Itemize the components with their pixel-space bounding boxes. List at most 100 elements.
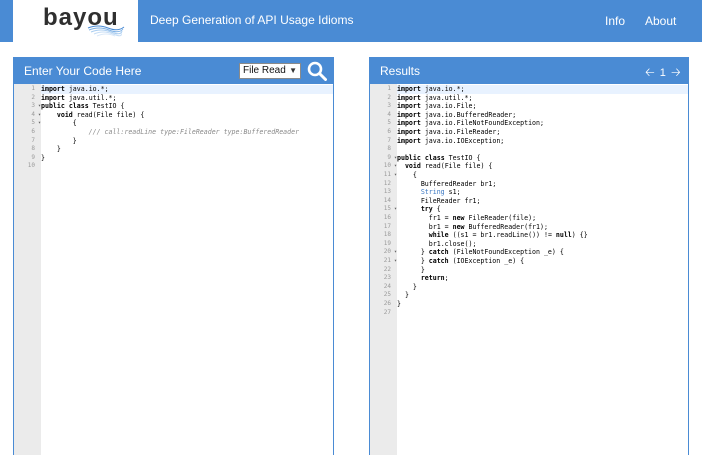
- code-token: {: [432, 205, 441, 214]
- line-number: 5: [31, 119, 35, 127]
- code-token: file: [512, 214, 529, 222]
- app-title: Deep Generation of API Usage Idioms: [150, 13, 354, 27]
- code-line: import java.io.FileReader;: [397, 128, 688, 137]
- keyword-token: import: [41, 85, 65, 93]
- code-token: ) {: [512, 257, 525, 265]
- code-line: return;: [397, 274, 688, 283]
- code-token: .*;: [104, 93, 117, 102]
- code-line: } catch (IOException _e) {: [397, 257, 688, 266]
- code-token: ;: [492, 179, 497, 188]
- line-number: 6: [387, 128, 391, 135]
- results-code-area[interactable]: import java.io.*; import java.util.*; impo…: [397, 84, 688, 455]
- code-token: TestIO: [448, 153, 473, 162]
- code-token: ) {}: [571, 231, 588, 240]
- code-editor[interactable]: 1 2 3 ▾ 4 ▾ 5 ▾ 6 7 8 9 10 import java.io.*; import j…: [14, 84, 333, 455]
- code-token: s1: [460, 231, 469, 240]
- code-token: java: [424, 93, 441, 102]
- code-line: import java.io.IOException;: [397, 137, 688, 146]
- type-token: String: [420, 188, 445, 197]
- input-panel: Enter Your Code Here File Read ▼ 1 2 3 ▾ 4 ▾ 5…: [13, 57, 334, 455]
- code-token: ;: [500, 136, 505, 145]
- code-line: }: [397, 283, 688, 292]
- code-token: io: [444, 85, 453, 93]
- keyword-token: new: [452, 214, 465, 222]
- code-token: _e: [504, 257, 513, 265]
- keyword-token: import: [397, 119, 421, 128]
- code-token: {: [472, 153, 481, 162]
- code-token: (: [448, 257, 457, 265]
- code-line: try {: [397, 205, 688, 214]
- code-token: ;: [472, 102, 477, 111]
- code-token: readLine: [496, 231, 529, 240]
- line-number: 2: [387, 93, 391, 101]
- line-number: 18: [383, 231, 391, 239]
- code-line: }: [397, 266, 688, 275]
- code-token: FileReader: [420, 196, 461, 205]
- editor-gutter: 1 2 3 ▾ 4 ▾ 5 ▾ 6 7 8 9 10: [14, 84, 41, 455]
- code-token: BufferedReader: [420, 179, 477, 188]
- code-line: void read(File file) {: [41, 111, 333, 120]
- arrow-left-icon[interactable]: 🡠: [645, 63, 655, 84]
- idiom-select[interactable]: File Read ▼: [239, 63, 301, 79]
- code-token: java: [68, 93, 85, 102]
- top-bar: bayou Deep Generation of API Usage Idiom…: [0, 0, 702, 42]
- code-token: File: [456, 102, 473, 111]
- line-number: 4: [387, 110, 391, 118]
- code-input-area[interactable]: import java.io.*; import java.util.*; publ…: [41, 84, 333, 455]
- line-number: 26: [383, 300, 391, 307]
- code-token: =: [440, 214, 453, 222]
- line-number: 7: [31, 136, 35, 144]
- code-token: util: [88, 93, 105, 102]
- code-token: File: [96, 110, 113, 119]
- keyword-token: public: [397, 153, 421, 162]
- nav-about-link[interactable]: About: [645, 14, 676, 28]
- results-editor[interactable]: 1 2 3 4 5 6 7 8 9 ▾ 10 ▾ 11 ▾ 12 13 14 15 ▾ 16 17 18 19 20 ▾ 21 ▾ 2…: [370, 84, 688, 455]
- code-line: }: [397, 300, 688, 309]
- code-line: import java.io.*;: [397, 85, 688, 94]
- logo[interactable]: bayou: [13, 0, 138, 42]
- arrow-right-icon[interactable]: 🡢: [671, 63, 681, 84]
- code-token: java: [68, 85, 85, 93]
- code-line: fr1 = new FileReader(file);: [397, 214, 688, 223]
- code-line: void read(File file) {: [397, 162, 688, 171]
- code-token: {: [41, 119, 77, 128]
- code-token: fr1: [464, 196, 477, 205]
- keyword-token: new: [452, 222, 465, 231]
- nav-info-link[interactable]: Info: [605, 14, 625, 28]
- code-line: while ((s1 = br1.readLine()) != null) {}: [397, 231, 688, 240]
- code-token: }: [397, 282, 417, 291]
- code-line: public class TestIO {: [41, 102, 333, 111]
- keyword-token: import: [397, 136, 421, 145]
- code-token: ;: [444, 274, 449, 283]
- keyword-token: try: [420, 205, 433, 214]
- code-line: import java.util.*;: [41, 94, 333, 103]
- keyword-token: void: [56, 110, 73, 119]
- line-number: 1: [387, 85, 391, 92]
- line-number: 17: [383, 222, 391, 230]
- code-token: IOException: [456, 257, 501, 265]
- code-token: .*;: [452, 85, 465, 93]
- code-token: java: [424, 119, 441, 128]
- code-token: read: [424, 162, 441, 171]
- code-line: }: [41, 145, 333, 154]
- code-line: import java.io.*;: [41, 85, 333, 94]
- code-token: }: [397, 300, 401, 308]
- keyword-token: import: [397, 85, 421, 93]
- code-token: TestIO: [92, 102, 117, 111]
- code-token: util: [444, 93, 461, 102]
- line-number: 22: [383, 265, 391, 273]
- line-number: 9: [387, 153, 391, 161]
- code-token: FileNotFoundException: [456, 119, 540, 128]
- keyword-token: return: [420, 274, 445, 283]
- code-line: } catch (FileNotFoundException _e) {: [397, 248, 688, 257]
- code-token: io: [444, 136, 453, 145]
- code-token: java: [424, 128, 441, 136]
- code-token: s1: [448, 188, 457, 197]
- keyword-token: class: [68, 102, 89, 111]
- search-icon[interactable]: [307, 61, 327, 81]
- line-number: 25: [383, 291, 391, 299]
